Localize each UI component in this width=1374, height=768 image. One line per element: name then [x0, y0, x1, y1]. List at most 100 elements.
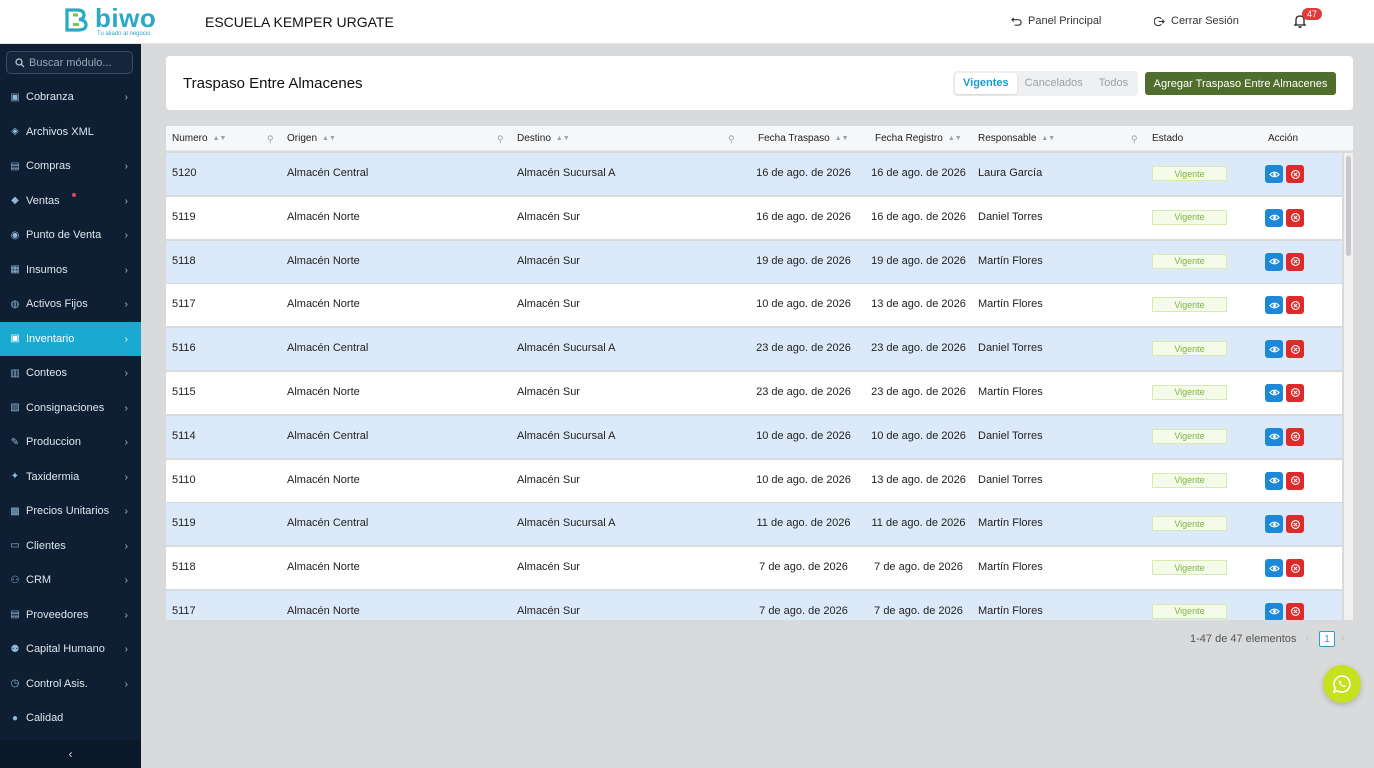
page-number-button[interactable]: 1: [1319, 631, 1335, 647]
table-row[interactable]: 5118 Almacén Norte Almacén Sur 7 de ago. de…: [166, 547, 1342, 590]
sidebar-item-ventas[interactable]: ◆ Ventas ›: [0, 184, 141, 219]
cell-destino: Almacén Sur: [517, 561, 580, 574]
cell-responsable: Martín Flores: [978, 604, 1043, 617]
sidebar-item-clientes[interactable]: ▭ Clientes ›: [0, 529, 141, 564]
cerrar-sesion-link[interactable]: Cerrar Sesión: [1154, 15, 1239, 27]
sidebar-item-punto-de-venta[interactable]: ◉ Punto de Venta ›: [0, 218, 141, 253]
sort-icon[interactable]: ▲▼: [213, 135, 227, 142]
sidebar-item-conteos[interactable]: ▥ Conteos ›: [0, 356, 141, 391]
filter-vigentes[interactable]: Vigentes: [955, 73, 1017, 94]
filter-search-icon[interactable]: ⚲: [267, 134, 274, 145]
view-button[interactable]: [1265, 208, 1283, 227]
cell-responsable: Daniel Torres: [978, 429, 1043, 442]
sort-icon[interactable]: ▲▼: [322, 135, 336, 142]
cancel-button[interactable]: [1286, 515, 1304, 534]
cancel-button[interactable]: [1286, 383, 1304, 402]
cancel-button[interactable]: [1286, 340, 1304, 359]
view-button[interactable]: [1265, 602, 1283, 620]
cancel-button[interactable]: [1286, 165, 1304, 183]
sidebar-item-capital-humano[interactable]: ⚉ Capital Humano ›: [0, 632, 141, 667]
sidebar-collapse-button[interactable]: ‹: [0, 740, 141, 768]
view-button[interactable]: [1265, 427, 1283, 446]
table-row[interactable]: 5120 Almacén Central Almacén Sucursal A 16 …: [166, 153, 1342, 195]
sidebar-item-control-asis[interactable]: ◷ Control Asis. ›: [0, 667, 141, 702]
cancel-button[interactable]: [1286, 296, 1304, 315]
sidebar-item-archivos-xml[interactable]: ◈ Archivos XML: [0, 115, 141, 150]
view-button[interactable]: [1265, 515, 1283, 534]
filter-search-icon[interactable]: ⚲: [728, 134, 735, 145]
sort-icon[interactable]: ▲▼: [556, 135, 570, 142]
whatsapp-button[interactable]: [1323, 665, 1361, 703]
chevron-right-icon: ›: [124, 299, 128, 310]
cell-numero: 5120: [172, 167, 197, 179]
cancel-button[interactable]: [1286, 208, 1304, 227]
sidebar-item-produccion[interactable]: ✎ Produccion ›: [0, 425, 141, 460]
filter-todos[interactable]: Todos: [1091, 73, 1136, 94]
cancel-button[interactable]: [1286, 427, 1304, 446]
cancel-icon: [1290, 344, 1300, 354]
next-page-icon[interactable]: ›: [1341, 633, 1344, 644]
sidebar-item-crm[interactable]: ⚇ CRM ›: [0, 563, 141, 598]
sidebar-item-inventario[interactable]: ▣ Inventario ›: [0, 321, 141, 356]
cancel-button[interactable]: [1286, 559, 1304, 578]
sidebar: ▣ Cobranza › ◈ Archivos XML ▤ Compras › ◆ Vent…: [0, 44, 141, 768]
col-fecha-registro[interactable]: Fecha Registro ▲▼: [875, 133, 962, 144]
chevron-right-icon: ›: [124, 230, 128, 241]
sort-icon[interactable]: ▲▼: [835, 135, 849, 142]
table-row[interactable]: 5119 Almacén Norte Almacén Sur 16 de ago. d…: [166, 196, 1342, 239]
table-row[interactable]: 5115 Almacén Norte Almacén Sur 23 de ago. d…: [166, 371, 1342, 414]
col-responsable[interactable]: Responsable ▲▼: [978, 133, 1055, 144]
col-fecha-traspaso[interactable]: Fecha Traspaso ▲▼: [758, 133, 849, 144]
add-traspaso-button[interactable]: Agregar Traspaso Entre Almacenes: [1145, 72, 1336, 95]
sidebar-item-cobranza[interactable]: ▣ Cobranza ›: [0, 80, 141, 115]
view-button[interactable]: [1265, 383, 1283, 402]
cell-fecha-registro: 13 de ago. de 2026: [871, 473, 966, 486]
cell-fecha-traspaso: 23 de ago. de 2026: [756, 385, 851, 398]
filter-search-icon[interactable]: ⚲: [497, 134, 504, 145]
col-numero[interactable]: Numero ▲▼: [172, 133, 226, 144]
module-search[interactable]: [6, 51, 133, 74]
col-destino[interactable]: Destino ▲▼: [517, 133, 570, 144]
cancel-button[interactable]: [1286, 602, 1304, 620]
sidebar-item-insumos[interactable]: ▦ Insumos ›: [0, 253, 141, 288]
view-button[interactable]: [1265, 165, 1283, 183]
biwo-logo[interactable]: biwo Tu aliado al negocio: [64, 3, 164, 40]
eye-icon: [1268, 390, 1280, 396]
cell-fecha-traspaso: 11 de ago. de 2026: [756, 517, 851, 530]
table-row[interactable]: 5117 Almacén Norte Almacén Sur 7 de ago. de…: [166, 590, 1342, 620]
sidebar-item-activos-fijos[interactable]: ◍ Activos Fijos ›: [0, 287, 141, 322]
view-button[interactable]: [1265, 340, 1283, 359]
sort-icon[interactable]: ▲▼: [1041, 135, 1055, 142]
chevron-right-icon: ›: [124, 437, 128, 448]
wrench-icon: ✎: [10, 436, 20, 448]
table-row[interactable]: 5117 Almacén Norte Almacén Sur 10 de ago. d…: [166, 284, 1342, 327]
prev-page-icon[interactable]: ‹: [1306, 633, 1309, 644]
filter-cancelados[interactable]: Cancelados: [1017, 73, 1091, 94]
cancel-button[interactable]: [1286, 252, 1304, 271]
sidebar-item-calidad[interactable]: ● Calidad: [0, 701, 141, 736]
table-row[interactable]: 5110 Almacén Norte Almacén Sur 10 de ago. d…: [166, 459, 1342, 502]
view-button[interactable]: [1265, 559, 1283, 578]
table-scrollbar-thumb[interactable]: [1346, 156, 1351, 256]
cell-fecha-registro: 19 de ago. de 2026: [871, 254, 966, 267]
col-origen[interactable]: Origen ▲▼: [287, 133, 336, 144]
view-button[interactable]: [1265, 252, 1283, 271]
module-search-input[interactable]: [29, 56, 129, 69]
sidebar-item-label: Taxidermia: [26, 470, 80, 483]
sidebar-item-precios-unitarios[interactable]: ▩ Precios Unitarios ›: [0, 494, 141, 529]
sort-icon[interactable]: ▲▼: [948, 135, 962, 142]
table-row[interactable]: 5119 Almacén Central Almacén Sucursal A 11 …: [166, 503, 1342, 546]
view-button[interactable]: [1265, 296, 1283, 315]
sidebar-item-proveedores[interactable]: ▤ Proveedores ›: [0, 598, 141, 633]
table-row[interactable]: 5114 Almacén Central Almacén Sucursal A 10 …: [166, 415, 1342, 458]
cell-destino: Almacén Sucursal A: [517, 167, 616, 179]
sidebar-item-compras[interactable]: ▤ Compras ›: [0, 149, 141, 184]
table-row[interactable]: 5118 Almacén Norte Almacén Sur 19 de ago. d…: [166, 240, 1342, 283]
table-row[interactable]: 5116 Almacén Central Almacén Sucursal A 23 …: [166, 328, 1342, 371]
sidebar-item-consignaciones[interactable]: ▧ Consignaciones ›: [0, 391, 141, 426]
sidebar-item-taxidermia[interactable]: ✦ Taxidermia ›: [0, 460, 141, 495]
panel-principal-link[interactable]: Panel Principal: [1011, 15, 1101, 27]
view-button[interactable]: [1265, 471, 1283, 490]
filter-search-icon[interactable]: ⚲: [1131, 134, 1138, 145]
cancel-button[interactable]: [1286, 471, 1304, 490]
